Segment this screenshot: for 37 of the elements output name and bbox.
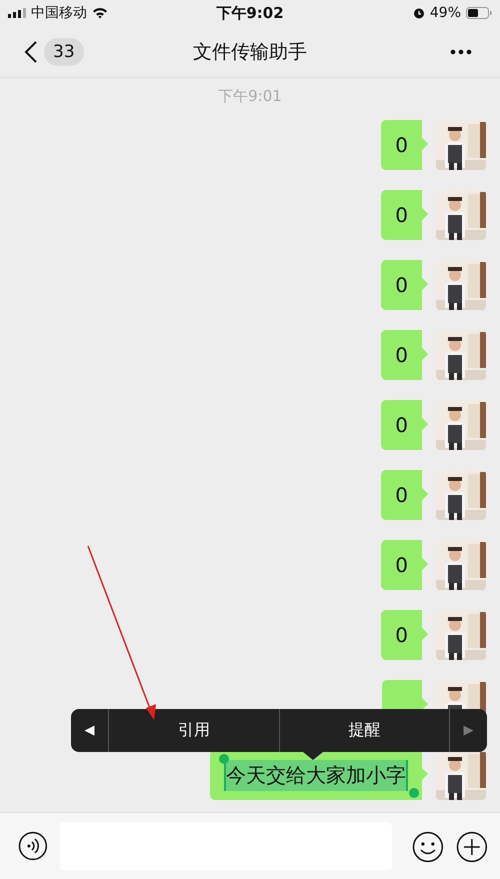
message-bubble[interactable]: 0 [381,470,428,520]
message-text: 0 [395,623,408,647]
message-bubble[interactable]: 0 [381,540,428,590]
chat-title: 文件传输助手 [193,40,307,64]
selection-handle[interactable] [219,754,229,764]
unread-count: 33 [44,38,84,66]
menu-item[interactable]: 提醒 [280,709,450,752]
selection-handle[interactable] [409,788,419,798]
message-text: 0 [395,553,408,577]
back-icon[interactable] [24,40,38,62]
message-text: 0 [395,483,408,507]
clock-time: 下午9:02 [216,4,284,22]
message-bubble[interactable]: 0 [381,610,428,660]
previous-arrow[interactable]: ◀ [71,709,108,752]
message-text: 今天交给大家加小字 [224,760,408,790]
message-text: 0 [395,413,408,437]
message-bubble[interactable]: 0 [381,330,428,380]
wifi-icon [92,7,108,19]
emoji-icon[interactable] [412,831,444,863]
message-bubble[interactable]: 0 [381,120,428,170]
add-icon[interactable] [456,831,488,863]
message-bubble[interactable]: 今天交给大家加小字 [210,750,428,800]
carrier-name: 中国移动 [31,4,87,22]
message-text: 0 [395,133,408,157]
more-icon[interactable] [450,48,472,54]
message-bubble[interactable]: 0 [381,190,428,240]
message-text: 0 [395,343,408,367]
message-text: 0 [395,203,408,227]
message-time: 下午9:01 [218,87,282,105]
voice-icon[interactable] [18,831,48,861]
battery-icon [466,7,492,19]
signal-icon [8,8,26,18]
battery-percent: 49% [430,5,461,21]
message-bubble[interactable]: 0 [381,400,428,450]
message-bubble[interactable]: 0 [381,260,428,310]
alarm-icon [412,7,425,19]
message-text: 0 [395,273,408,297]
